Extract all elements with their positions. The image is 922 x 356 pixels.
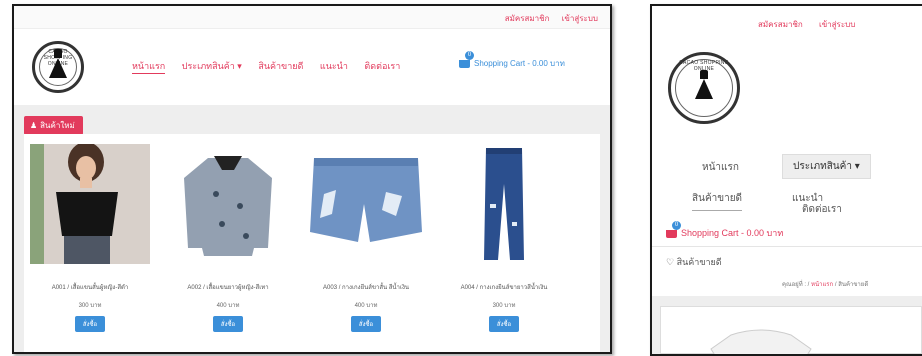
nav-home[interactable]: หน้าแรก [132, 61, 166, 74]
product-name: A004 / กางเกงยีนส์ขายาวสีน้ำเงิน [460, 285, 548, 291]
breadcrumb-separator: / [807, 282, 810, 288]
shirt-photo [710, 329, 812, 354]
order-button[interactable]: สั่งซื้อ [212, 316, 244, 332]
mobile-nav-contact[interactable]: ติดต่อเรา [802, 202, 842, 217]
product-image[interactable] [168, 144, 288, 264]
nav-bestsellers[interactable]: สินค้าขายดี [258, 61, 303, 71]
cart-label: Shopping Cart - 0.00 บาท [474, 59, 565, 68]
mobile-shopping-cart[interactable]: Shopping Cart - 0.00 บาท [666, 220, 784, 240]
store-logo[interactable]: CACAO SHOPPING ONLINE [668, 52, 740, 124]
desktop-main-nav: หน้าแรก ประเภทสินค้า ▾ สินค้าขายดี แนะนำ… [132, 59, 414, 74]
heart-icon: ♡ [666, 257, 675, 267]
order-button[interactable]: สั่งซื้อ [350, 316, 382, 332]
desktop-account-links: สมัครสมาชิก เข้าสู่ระบบ [495, 12, 598, 25]
product-name: A001 / เสื้อแขนสั้นผู้หญิง-สีดำ [51, 285, 129, 291]
section-title-label: สินค้าขายดี [676, 257, 722, 267]
order-button[interactable]: สั่งซื้อ [488, 316, 520, 332]
login-link[interactable]: เข้าสู่ระบบ [562, 14, 598, 23]
cart-icon [459, 50, 474, 68]
mobile-nav-categories[interactable]: ประเภทสินค้า ▾ [782, 154, 871, 179]
cart-icon [666, 220, 681, 238]
breadcrumb-current: สินค้าขายดี [838, 282, 869, 288]
mobile-content [652, 296, 922, 354]
product-price: 300 บาท [78, 303, 102, 309]
nav-recommended[interactable]: แนะนำ [320, 61, 348, 71]
product-name: A002 / เสื้อแขนยาวผู้หญิง-สีเทา [187, 285, 269, 291]
dress-icon [49, 49, 67, 78]
mobile-section-title: ♡ สินค้าขายดี [666, 255, 722, 269]
product-card: A003 / กางเกงยีนส์ขาสั้น สีน้ำเงิน 400 บ… [300, 144, 432, 332]
mobile-nav-home[interactable]: หน้าแรก [702, 160, 739, 175]
breadcrumb-prefix: คุณอยู่ที่ : [782, 282, 806, 288]
cart-label: Shopping Cart - 0.00 บาท [681, 228, 784, 238]
denim-shorts-photo [306, 144, 426, 264]
register-link[interactable]: สมัครสมาชิก [758, 20, 803, 29]
mobile-top-bar: สมัครสมาชิก เข้าสู่ระบบ [652, 6, 922, 36]
gray-shirt-photo [168, 144, 288, 264]
nav-contact[interactable]: ติดต่อเรา [364, 61, 400, 71]
product-card: A004 / กางเกงยีนส์ขายาวสีน้ำเงิน 300 บาท… [438, 144, 570, 332]
product-card [660, 306, 922, 354]
denim-jeans-photo [444, 144, 564, 264]
breadcrumb-separator: / [834, 282, 837, 288]
nav-categories[interactable]: ประเภทสินค้า ▾ [182, 61, 242, 71]
mobile-nav-bestsellers[interactable]: สินค้าขายดี [692, 191, 743, 211]
breadcrumb: คุณอยู่ที่ : / หน้าแรก / สินค้าขายดี [782, 279, 868, 289]
desktop-view: สมัครสมาชิก เข้าสู่ระบบ CACAO SHOPPING O… [12, 4, 612, 354]
product-image[interactable] [306, 144, 426, 264]
order-button[interactable]: สั่งซื้อ [74, 316, 106, 332]
product-image[interactable] [444, 144, 564, 264]
login-link[interactable]: เข้าสู่ระบบ [819, 20, 855, 29]
product-price: 400 บาท [354, 303, 378, 309]
store-logo[interactable]: CACAO SHOPPING ONLINE [32, 41, 84, 93]
desktop-header: CACAO SHOPPING ONLINE หน้าแรก ประเภทสินค… [14, 29, 610, 106]
product-card: A001 / เสื้อแขนสั้นผู้หญิง-สีดำ 300 บาท … [24, 142, 156, 332]
mobile-divider [652, 246, 922, 247]
product-price: 300 บาท [492, 303, 516, 309]
black-top-photo [30, 142, 150, 264]
mobile-account-links: สมัครสมาชิก เข้าสู่ระบบ [758, 18, 869, 31]
product-image[interactable] [30, 142, 150, 264]
register-link[interactable]: สมัครสมาชิก [505, 14, 550, 23]
new-products-label: สินค้าใหม่ [40, 121, 75, 130]
desktop-top-bar: สมัครสมาชิก เข้าสู่ระบบ [14, 6, 610, 29]
user-icon: ♟ [30, 121, 38, 130]
product-name: A003 / กางเกงยีนส์ขาสั้น สีน้ำเงิน [323, 285, 409, 291]
dress-icon [695, 70, 713, 99]
desktop-content: ♟ สินค้าใหม่ A001 / เสื้อแขนสั้นผู้หญิง-ส… [14, 106, 610, 352]
product-card: A002 / เสื้อแขนยาวผู้หญิง-สีเทา 400 บาท … [162, 144, 294, 332]
product-price: 400 บาท [216, 303, 240, 309]
desktop-shopping-cart[interactable]: Shopping Cart - 0.00 บาท [459, 50, 565, 70]
new-products-badge: ♟ สินค้าใหม่ [24, 116, 83, 135]
product-grid: A001 / เสื้อแขนสั้นผู้หญิง-สีดำ 300 บาท … [24, 134, 600, 352]
breadcrumb-home-link[interactable]: หน้าแรก [811, 282, 833, 288]
mobile-view: สมัครสมาชิก เข้าสู่ระบบ CACAO SHOPPING O… [650, 4, 922, 356]
